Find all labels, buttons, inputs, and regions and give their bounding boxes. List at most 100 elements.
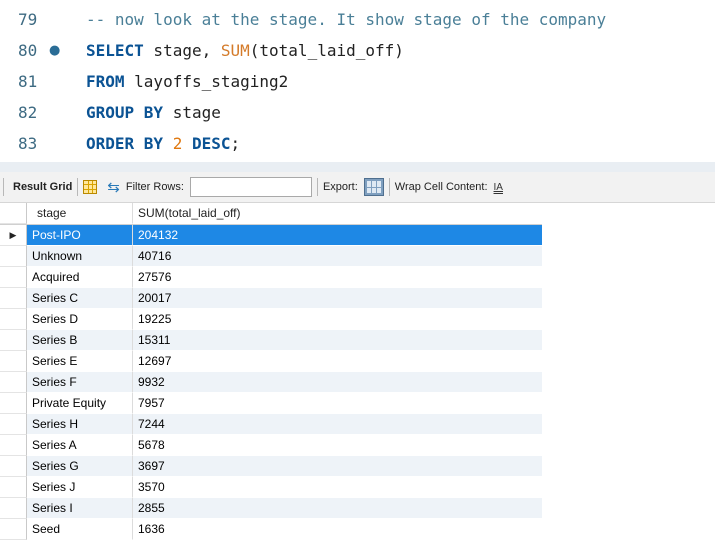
result-toolbar: Result Grid ⇆ Filter Rows: Export: Wrap … [0, 172, 715, 203]
cell-sum-total-laid-off[interactable]: 5678 [133, 435, 542, 456]
result-grid[interactable]: stage SUM(total_laid_off) ▶ Post-IPO 20413… [0, 203, 542, 540]
code-text: FROM layoffs_staging2 [86, 72, 288, 91]
cell-sum-total-laid-off[interactable]: 20017 [133, 288, 542, 309]
cell-stage[interactable]: Series A [27, 435, 133, 456]
code-fragment: stage [163, 103, 221, 122]
cell-stage[interactable]: Series G [27, 456, 133, 477]
row-indicator[interactable] [0, 435, 27, 456]
cell-stage[interactable]: Private Equity [27, 393, 133, 414]
table-row[interactable]: Seed 1636 [0, 519, 542, 540]
row-indicator[interactable] [0, 330, 27, 351]
wrap-cell-content-icon[interactable]: IA [494, 182, 503, 193]
table-row[interactable]: Series G 3697 [0, 456, 542, 477]
code-fragment: (total_laid_off) [249, 41, 404, 60]
table-row[interactable]: Series I 2855 [0, 498, 542, 519]
row-indicator[interactable] [0, 372, 27, 393]
cell-stage[interactable]: Series H [27, 414, 133, 435]
cell-stage[interactable]: Unknown [27, 246, 133, 267]
code-text: SELECT stage, SUM(total_laid_off) [86, 41, 404, 60]
keyword-from: FROM [86, 72, 125, 91]
cell-sum-total-laid-off[interactable]: 3570 [133, 477, 542, 498]
export-icon[interactable] [363, 178, 384, 196]
row-indicator[interactable] [0, 414, 27, 435]
toolbar-divider [3, 178, 4, 196]
table-row[interactable]: Acquired 27576 [0, 267, 542, 288]
current-row-arrow-icon[interactable]: ▶ [0, 225, 27, 246]
function-sum: SUM [220, 41, 250, 60]
cell-stage[interactable]: Series E [27, 351, 133, 372]
statement-marker-icon: ● [49, 43, 61, 58]
cell-sum-total-laid-off[interactable]: 9932 [133, 372, 542, 393]
row-indicator-header [0, 203, 27, 224]
cell-stage[interactable]: Series I [27, 498, 133, 519]
table-row[interactable]: Series H 7244 [0, 414, 542, 435]
code-line-83[interactable]: 83 ORDER BY 2 DESC; [0, 128, 715, 159]
row-indicator[interactable] [0, 498, 27, 519]
code-fragment [182, 134, 192, 153]
export-label: Export: [322, 181, 358, 193]
toolbar-divider [388, 178, 390, 196]
keyword-desc: DESC [191, 134, 231, 153]
table-row[interactable]: Series B 15311 [0, 330, 542, 351]
row-indicator[interactable] [0, 519, 27, 540]
cell-sum-total-laid-off[interactable]: 7244 [133, 414, 542, 435]
table-row[interactable]: Series F 9932 [0, 372, 542, 393]
table-row[interactable]: Series A 5678 [0, 435, 542, 456]
filter-rows-label: Filter Rows: [125, 181, 184, 193]
line-number: 80 [18, 41, 38, 60]
row-indicator[interactable] [0, 288, 27, 309]
toolbar-divider [316, 178, 318, 196]
cell-sum-total-laid-off[interactable]: 204132 [133, 225, 542, 246]
table-row[interactable]: Unknown 40716 [0, 246, 542, 267]
column-header-sum[interactable]: SUM(total_laid_off) [133, 203, 542, 224]
cell-sum-total-laid-off[interactable]: 1636 [133, 519, 542, 540]
row-indicator[interactable] [0, 393, 27, 414]
cell-stage[interactable]: Series F [27, 372, 133, 393]
cell-sum-total-laid-off[interactable]: 40716 [133, 246, 542, 267]
code-line-82[interactable]: 82 GROUP BY stage [0, 97, 715, 128]
row-indicator[interactable] [0, 351, 27, 372]
filter-rows-input[interactable] [189, 177, 312, 197]
cell-stage[interactable]: Seed [27, 519, 133, 540]
table-row[interactable]: Series J 3570 [0, 477, 542, 498]
cell-stage[interactable]: Acquired [27, 267, 133, 288]
cell-sum-total-laid-off[interactable]: 2855 [133, 498, 542, 519]
line-number: 82 [18, 103, 38, 122]
code-text: GROUP BY stage [86, 103, 221, 122]
cell-sum-total-laid-off[interactable]: 15311 [133, 330, 542, 351]
cell-sum-total-laid-off[interactable]: 27576 [133, 267, 542, 288]
column-header-stage[interactable]: stage [27, 203, 133, 224]
cell-sum-total-laid-off[interactable]: 7957 [133, 393, 542, 414]
cell-sum-total-laid-off[interactable]: 3697 [133, 456, 542, 477]
table-row[interactable]: Private Equity 7957 [0, 393, 542, 414]
row-indicator[interactable] [0, 477, 27, 498]
cell-stage[interactable]: Series D [27, 309, 133, 330]
sql-editor[interactable]: 79 -- now look at the stage. It show sta… [0, 0, 715, 162]
table-row[interactable]: Series D 19225 [0, 309, 542, 330]
keyword-order-by: ORDER BY [86, 134, 164, 153]
keyword-group-by: GROUP BY [86, 103, 164, 122]
cell-stage[interactable]: Series B [27, 330, 133, 351]
table-row[interactable]: ▶ Post-IPO 204132 [0, 225, 542, 246]
row-indicator[interactable] [0, 309, 27, 330]
table-row[interactable]: Series C 20017 [0, 288, 542, 309]
code-line-79[interactable]: 79 -- now look at the stage. It show sta… [0, 4, 715, 35]
row-indicator[interactable] [0, 456, 27, 477]
code-line-81[interactable]: 81 FROM layoffs_staging2 [0, 66, 715, 97]
result-grid-tab[interactable]: Result Grid [13, 181, 72, 193]
code-text: ORDER BY 2 DESC; [86, 134, 240, 153]
cell-stage[interactable]: Series J [27, 477, 133, 498]
line-number: 81 [18, 72, 38, 91]
grid-view-icon[interactable] [83, 180, 98, 194]
row-indicator[interactable] [0, 246, 27, 267]
table-row[interactable]: Series E 12697 [0, 351, 542, 372]
cell-stage[interactable]: Series C [27, 288, 133, 309]
panel-splitter[interactable] [0, 162, 715, 172]
cell-stage[interactable]: Post-IPO [27, 225, 133, 246]
refresh-icon[interactable]: ⇆ [107, 178, 120, 196]
code-fragment [163, 134, 173, 153]
row-indicator[interactable] [0, 267, 27, 288]
cell-sum-total-laid-off[interactable]: 12697 [133, 351, 542, 372]
cell-sum-total-laid-off[interactable]: 19225 [133, 309, 542, 330]
code-line-80[interactable]: 80 ● SELECT stage, SUM(total_laid_off) [0, 35, 715, 66]
